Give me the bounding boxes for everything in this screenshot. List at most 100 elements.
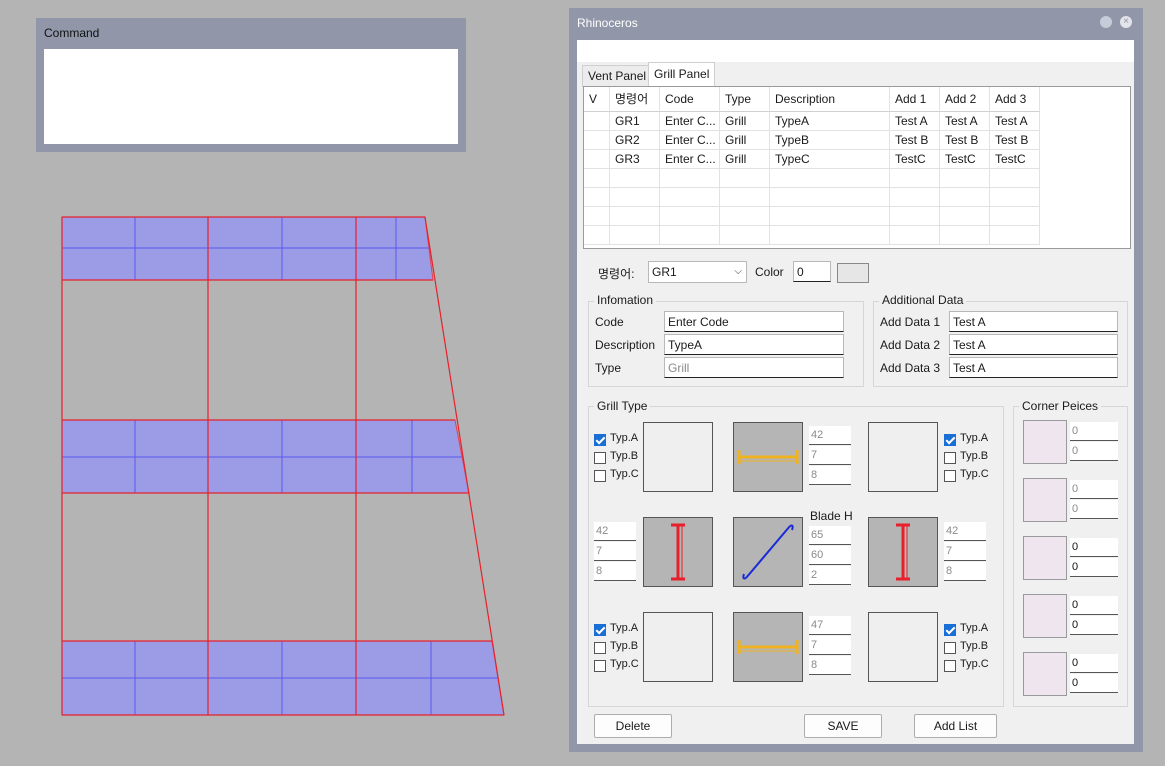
corner-piece-value[interactable]: 0 [1070, 596, 1118, 615]
table-cell[interactable] [660, 226, 720, 245]
corner-piece-value[interactable]: 0 [1070, 442, 1118, 461]
table-cell[interactable] [584, 112, 610, 131]
table-cell[interactable] [660, 169, 720, 188]
bottom-right-typ-a-checkbox[interactable] [944, 624, 956, 636]
blade-tile-center[interactable] [733, 517, 803, 587]
corner-piece-swatch[interactable] [1023, 478, 1067, 522]
column-header[interactable]: Type [720, 87, 770, 112]
blade-tile-right[interactable] [868, 517, 938, 587]
table-cell[interactable]: GR3 [610, 150, 660, 169]
column-header[interactable]: V [584, 87, 610, 112]
table-cell[interactable]: GR2 [610, 131, 660, 150]
corner-piece-swatch[interactable] [1023, 420, 1067, 464]
top-left-typ-a-checkbox[interactable] [594, 434, 606, 446]
right-value-1[interactable]: 42 [944, 522, 986, 541]
bottom-value-2[interactable]: 7 [809, 636, 851, 655]
table-cell[interactable]: Test A [990, 112, 1040, 131]
table-cell[interactable]: Grill [720, 112, 770, 131]
column-header[interactable]: Description [770, 87, 890, 112]
bottom-left-typ-a-checkbox[interactable] [594, 624, 606, 636]
table-cell[interactable] [720, 188, 770, 207]
grill-table[interactable]: V 명령어 Code Type Description Add 1 Add 2 Add 3 G… [583, 86, 1131, 249]
table-cell[interactable] [770, 188, 890, 207]
add-data-2-input[interactable]: Test A [949, 334, 1118, 355]
corner-piece-value[interactable]: 0 [1070, 558, 1118, 577]
color-swatch[interactable] [837, 263, 869, 283]
table-cell[interactable] [720, 226, 770, 245]
top-right-typ-a-checkbox[interactable] [944, 434, 956, 446]
table-cell[interactable]: Test B [990, 131, 1040, 150]
close-icon[interactable]: × [1120, 16, 1132, 28]
table-cell[interactable] [940, 207, 990, 226]
corner-tile-bottom-right[interactable] [868, 612, 938, 682]
corner-piece-value[interactable]: 0 [1070, 654, 1118, 673]
left-value-2[interactable]: 7 [594, 542, 636, 561]
bottom-value-3[interactable]: 8 [809, 656, 851, 675]
table-cell[interactable] [940, 226, 990, 245]
table-cell[interactable]: Grill [720, 131, 770, 150]
add-data-3-input[interactable]: Test A [949, 357, 1118, 378]
table-cell[interactable]: TestC [890, 150, 940, 169]
bottom-left-typ-c-checkbox[interactable] [594, 660, 606, 672]
description-input[interactable]: TypeA [664, 334, 844, 355]
table-cell[interactable]: Test A [890, 112, 940, 131]
table-cell[interactable]: Grill [720, 150, 770, 169]
bottom-value-1[interactable]: 47 [809, 616, 851, 635]
column-header[interactable]: Add 2 [940, 87, 990, 112]
table-cell[interactable] [990, 207, 1040, 226]
corner-tile-top-right[interactable] [868, 422, 938, 492]
blade-tile-bottom[interactable] [733, 612, 803, 682]
column-header[interactable]: Add 1 [890, 87, 940, 112]
corner-piece-swatch[interactable] [1023, 652, 1067, 696]
top-value-3[interactable]: 8 [809, 466, 851, 485]
top-right-typ-b-checkbox[interactable] [944, 452, 956, 464]
blade-value-1[interactable]: 65 [809, 526, 851, 545]
table-cell[interactable]: Test B [940, 131, 990, 150]
corner-piece-value[interactable]: 0 [1070, 674, 1118, 693]
code-input[interactable]: Enter Code [664, 311, 844, 332]
delete-button[interactable]: Delete [594, 714, 672, 738]
add-data-1-input[interactable]: Test A [949, 311, 1118, 332]
save-button[interactable]: SAVE [804, 714, 882, 738]
table-cell[interactable] [610, 226, 660, 245]
right-value-3[interactable]: 8 [944, 562, 986, 581]
table-cell[interactable]: TypeC [770, 150, 890, 169]
corner-piece-value[interactable]: 0 [1070, 480, 1118, 499]
table-cell[interactable] [660, 207, 720, 226]
table-cell[interactable]: TypeA [770, 112, 890, 131]
column-header[interactable]: Code [660, 87, 720, 112]
table-cell[interactable] [720, 169, 770, 188]
top-value-1[interactable]: 42 [809, 426, 851, 445]
tab-vent-panel[interactable]: Vent Panel [582, 65, 653, 87]
table-cell[interactable] [584, 169, 610, 188]
table-cell[interactable]: Enter C... [660, 112, 720, 131]
left-value-3[interactable]: 8 [594, 562, 636, 581]
corner-piece-value[interactable]: 0 [1070, 616, 1118, 635]
table-cell[interactable]: TestC [940, 150, 990, 169]
type-input[interactable]: Grill [664, 357, 844, 378]
table-cell[interactable] [770, 226, 890, 245]
column-header[interactable]: 명령어 [610, 87, 660, 112]
table-cell[interactable]: TypeB [770, 131, 890, 150]
table-cell[interactable] [584, 150, 610, 169]
table-cell[interactable] [584, 207, 610, 226]
table-cell[interactable] [990, 188, 1040, 207]
blade-value-2[interactable]: 60 [809, 546, 851, 565]
top-left-typ-b-checkbox[interactable] [594, 452, 606, 464]
table-cell[interactable]: Enter C... [660, 131, 720, 150]
top-right-typ-c-checkbox[interactable] [944, 470, 956, 482]
table-cell[interactable] [990, 169, 1040, 188]
table-cell[interactable]: Test A [940, 112, 990, 131]
table-cell[interactable] [890, 207, 940, 226]
corner-piece-value[interactable]: 0 [1070, 500, 1118, 519]
table-cell[interactable]: Test B [890, 131, 940, 150]
right-value-2[interactable]: 7 [944, 542, 986, 561]
top-value-2[interactable]: 7 [809, 446, 851, 465]
table-cell[interactable] [584, 226, 610, 245]
corner-tile-bottom-left[interactable] [643, 612, 713, 682]
column-header[interactable]: Add 3 [990, 87, 1040, 112]
table-cell[interactable] [890, 169, 940, 188]
table-cell[interactable]: GR1 [610, 112, 660, 131]
table-cell[interactable] [940, 188, 990, 207]
table-cell[interactable] [660, 188, 720, 207]
